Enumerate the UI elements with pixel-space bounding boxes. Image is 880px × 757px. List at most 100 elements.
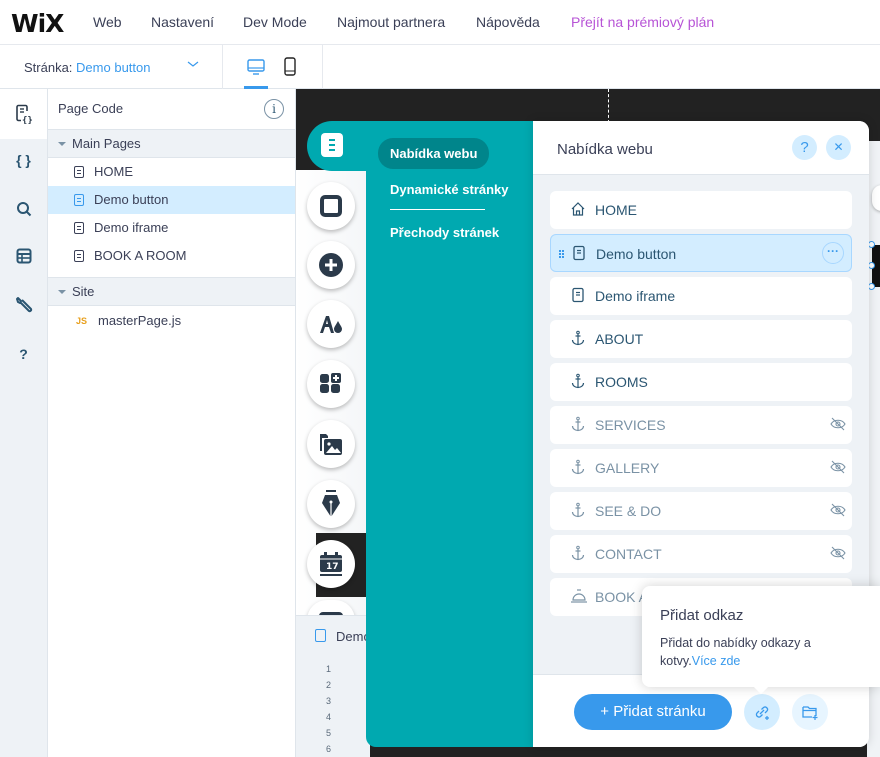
wix-logo[interactable]: WiX [11,9,64,38]
menu-upgrade-premium[interactable]: Přejít na prémiový plán [571,14,714,30]
line-number: 3 [326,696,332,706]
menu-item[interactable]: ROOMS [550,363,852,401]
anchor-icon [570,459,586,475]
help-icon: ? [19,346,28,362]
section-label: Main Pages [72,136,141,151]
menu-item-label: CONTACT [595,546,662,562]
file-item[interactable]: HOME [48,158,295,186]
add-apps-button[interactable] [307,360,355,408]
page-code-icon: {} [15,104,32,124]
page-icon [74,250,84,262]
menu-web[interactable]: Web [93,14,122,30]
page-toolbar: Stránka: Demo button [0,45,880,89]
dev-tools-rail: {} { } ? [0,89,48,757]
apps-icon [320,373,341,393]
close-button[interactable]: ✕ [826,135,851,160]
rail-tools[interactable] [0,283,47,327]
menu-help[interactable]: Nápověda [476,14,540,30]
add-link-tooltip: Přidat odkaz Přidat do nabídky odkazy a … [642,586,880,687]
info-icon[interactable]: i [264,99,284,119]
rail-search[interactable] [0,187,47,231]
section-label: Site [72,284,95,299]
js-file-icon: JS [76,316,88,326]
rail-page-code[interactable]: {} [0,89,47,139]
add-element-button[interactable] [307,241,355,289]
menu-hire-partner[interactable]: Najmout partnera [337,14,445,30]
menu-item[interactable]: CONTACT [550,535,852,573]
section-site[interactable]: Site [48,277,295,306]
rail-public-backend[interactable]: { } [0,138,47,182]
bookings-button[interactable]: 17 [307,540,355,588]
add-background-button[interactable] [307,182,355,230]
link-add-icon [755,706,769,720]
file-item[interactable]: JS masterPage.js [48,307,295,335]
bell-icon [570,588,587,604]
page-icon [74,222,84,234]
menu-dev-mode[interactable]: Dev Mode [243,14,307,30]
menu-item-label: SERVICES [595,417,666,433]
desktop-view-button[interactable] [243,45,269,89]
pages-panel-tab[interactable] [307,121,367,171]
page-icon [570,287,586,303]
menu-item[interactable]: HOME [550,191,852,229]
menu-settings[interactable]: Nastavení [151,14,214,30]
nav-dynamic-pages[interactable]: Dynamické stránky [390,182,509,197]
resize-handle[interactable] [868,262,875,269]
menu-item[interactable]: GALLERY [550,449,852,487]
tooltip-title: Přidat odkaz [660,607,744,624]
menu-item-label: Demo iframe [595,288,676,304]
folder-add-icon [802,706,818,720]
mobile-icon [284,57,296,76]
section-main-pages[interactable]: Main Pages [48,129,295,158]
anchor-icon [570,373,586,389]
more-actions-button[interactable]: ··· [822,242,844,264]
file-item[interactable]: Demo iframe [48,214,295,242]
anchor-icon [570,330,586,346]
blog-button[interactable] [307,480,355,528]
file-item[interactable]: BOOK A ROOM [48,242,295,270]
device-switcher [223,45,323,89]
panel-header: Nabídka webu ? ✕ [533,121,869,175]
page-icon [315,629,326,642]
nav-site-menu[interactable]: Nabídka webu [378,138,490,169]
line-number: 2 [326,680,332,690]
drag-handle-icon[interactable] [559,247,565,259]
mobile-view-button[interactable] [279,45,301,89]
menu-item-label: ABOUT [595,331,644,347]
home-icon [570,201,586,217]
menu-item-label: GALLERY [595,460,660,476]
anchor-icon [570,545,586,561]
selected-element[interactable] [868,241,880,290]
media-manager-button[interactable] [307,420,355,468]
help-button[interactable]: ? [792,135,817,160]
file-item-selected[interactable]: Demo button [48,186,295,214]
rail-database[interactable] [0,234,47,278]
stage-floating-button[interactable] [872,185,880,211]
line-number: 1 [326,664,332,674]
hidden-eye-icon [830,460,846,474]
pen-nib-icon [322,490,340,517]
menu-item-label: HOME [595,202,637,218]
resize-handle[interactable] [868,283,875,290]
add-folder-button[interactable] [792,694,828,730]
learn-more-link[interactable]: Více zde [692,654,741,668]
line-number: 6 [326,744,332,754]
media-icon [320,434,342,455]
resize-handle[interactable] [868,241,875,248]
menu-item-selected[interactable]: Demo button ··· [550,234,852,272]
line-number: 4 [326,712,332,722]
text-color-icon [320,316,342,333]
theme-manager-button[interactable] [307,300,355,348]
menu-item[interactable]: SEE & DO [550,492,852,530]
nav-divider [390,209,485,210]
add-link-button[interactable] [744,694,780,730]
menu-item[interactable]: ABOUT [550,320,852,358]
menu-item[interactable]: Demo iframe [550,277,852,315]
square-icon [320,195,342,217]
menu-item[interactable]: SERVICES [550,406,852,444]
rail-help[interactable]: ? [0,332,47,376]
hidden-eye-icon [830,417,846,431]
add-page-button[interactable]: + Přidat stránku [574,694,732,730]
nav-page-transitions[interactable]: Přechody stránek [390,225,499,240]
page-selector[interactable]: Stránka: Demo button [0,45,223,89]
